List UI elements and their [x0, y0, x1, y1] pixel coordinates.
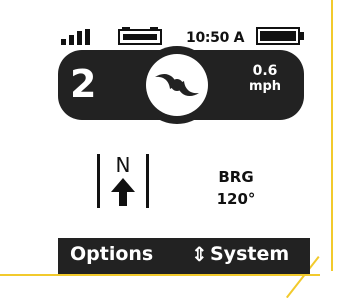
up-down-arrows-icon: ⇕ [191, 242, 208, 266]
speed-unit: mph [248, 79, 282, 94]
frame-border-bottom [0, 274, 320, 276]
north-arrow-icon: N [97, 153, 149, 208]
bearing-readout: BRG 120° [206, 166, 266, 210]
swirl-fan-icon[interactable] [136, 44, 218, 126]
speed-readout: 0.6 mph [236, 63, 294, 95]
speed-value: 0.6 [252, 63, 278, 79]
options-menu-button[interactable]: Options [70, 243, 153, 265]
signal-bars-icon [61, 29, 90, 45]
compass-north-label: N [116, 153, 131, 177]
frame-border-right [331, 0, 333, 271]
system-menu-button[interactable]: System [210, 243, 289, 265]
count-value: 2 [70, 62, 97, 106]
gps-receiver-icon [118, 27, 162, 45]
battery-full-icon [256, 27, 304, 45]
bearing-label: BRG [218, 168, 254, 186]
bottom-menu-bar: Options ⇕ System [58, 238, 310, 274]
bearing-value: 120° [216, 190, 256, 208]
